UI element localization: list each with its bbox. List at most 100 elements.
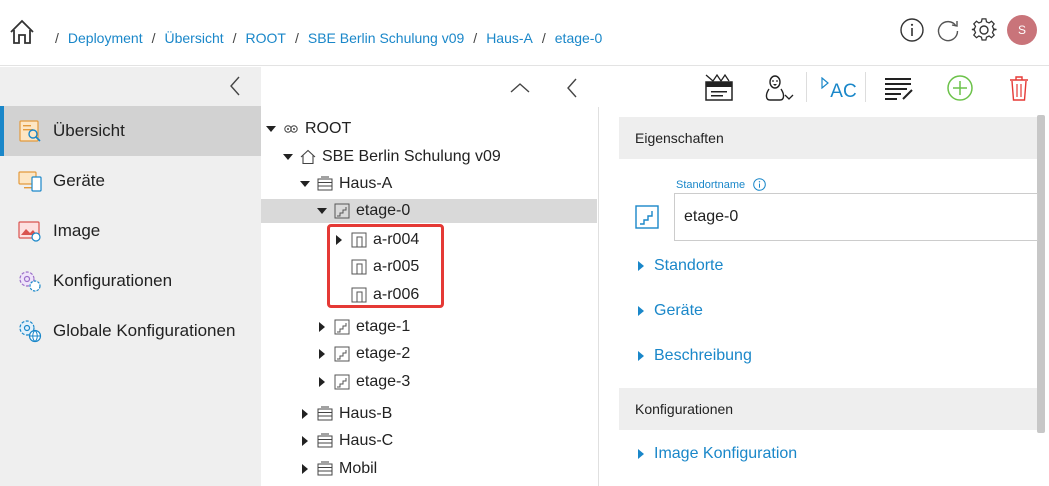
building-icon [317, 176, 333, 191]
sidebar-item-globale-konfigurationen[interactable]: Globale Konfigurationen [0, 306, 261, 356]
top-bar: / Deployment / Übersicht / ROOT / SBE Be… [0, 0, 1049, 66]
properties-header: Eigenschaften [619, 117, 1037, 159]
chevron-up-icon[interactable] [509, 73, 531, 103]
tree-node-etage-1[interactable]: etage-1 [261, 315, 410, 339]
breadcrumb-etage-0[interactable]: etage-0 [555, 30, 602, 46]
collapse-sidebar-icon[interactable] [227, 75, 243, 97]
sidebar-item-uebersicht[interactable]: Übersicht [0, 106, 261, 156]
expander-label: Image Konfiguration [654, 445, 798, 462]
breadcrumb-separator: / [151, 30, 156, 46]
root-icon [284, 125, 298, 133]
caret-down-icon[interactable] [299, 178, 311, 190]
caret-right-icon [638, 351, 644, 361]
home-icon [300, 149, 316, 165]
caret-right-icon[interactable] [316, 321, 328, 333]
tree-node-label: ROOT [305, 120, 352, 137]
caret-right-icon [638, 449, 644, 459]
expander-label: Geräte [654, 302, 703, 319]
sidebar-item-image[interactable]: Image [0, 206, 261, 256]
tree-node-haus-b[interactable]: Haus-B [261, 402, 392, 426]
location-name-field[interactable]: etage-0 [674, 193, 1038, 241]
tree-node-etage-2[interactable]: etage-2 [261, 342, 410, 366]
building-icon [317, 433, 333, 448]
toolbar: AC [261, 67, 1049, 107]
overview-icon [19, 120, 41, 142]
caret-right-icon[interactable] [299, 408, 311, 420]
caret-right-icon[interactable] [316, 376, 328, 388]
tree-node-sbe-berlin[interactable]: SBE Berlin Schulung v09 [261, 145, 501, 169]
configurations-header: Konfigurationen [619, 388, 1037, 430]
sidebar-item-label: Übersicht [53, 121, 125, 140]
location-name-label-text: Standortname [676, 178, 746, 191]
tree-node-label: SBE Berlin Schulung v09 [322, 148, 501, 165]
tree-node-label: Haus-C [339, 432, 394, 449]
breadcrumb-separator: / [55, 30, 59, 46]
sidebar-item-konfigurationen[interactable]: Konfigurationen [0, 256, 261, 306]
caret-right-icon [638, 261, 644, 271]
breadcrumb-separator: / [473, 30, 478, 46]
user-avatar[interactable]: S [1007, 15, 1037, 45]
rename-button[interactable]: AC [821, 73, 857, 103]
sidebar-nav: Übersicht Geräte Image Konfigurationen G… [0, 106, 261, 356]
caret-right-icon[interactable] [299, 435, 311, 447]
breadcrumb-root[interactable]: ROOT [246, 30, 286, 46]
building-icon [317, 406, 333, 421]
sidebar-item-label: Geräte [53, 171, 105, 190]
floor-icon [635, 205, 659, 229]
chevron-left-icon[interactable] [563, 73, 581, 103]
toolbar-divider [865, 72, 866, 102]
image-konfiguration-expander[interactable]: Image Konfiguration [637, 445, 797, 463]
caret-right-icon [638, 306, 644, 316]
caret-right-icon[interactable] [299, 463, 311, 475]
home-icon[interactable] [8, 18, 36, 46]
breadcrumb-deployment[interactable]: Deployment [68, 30, 143, 46]
list-edit-icon[interactable] [883, 73, 915, 103]
delete-icon[interactable] [1007, 73, 1031, 103]
global-config-icon [19, 320, 42, 343]
caret-down-icon[interactable] [265, 123, 277, 135]
sidebar-item-label: Konfigurationen [53, 271, 173, 290]
geraete-expander[interactable]: Geräte [637, 302, 703, 320]
caret-down-icon[interactable] [282, 151, 294, 163]
tree-node-etage-0[interactable]: etage-0 [261, 199, 597, 223]
tree-node-label: Haus-B [339, 405, 393, 422]
caret-down-icon[interactable] [316, 205, 328, 217]
header-actions: S [899, 15, 1037, 45]
tree-node-mobil[interactable]: Mobil [261, 457, 377, 481]
linux-icon[interactable] [761, 73, 795, 103]
tree-node-etage-3[interactable]: etage-3 [261, 370, 410, 394]
tree-node-label: etage-2 [356, 345, 411, 362]
building-icon [317, 461, 333, 476]
breadcrumb-haus-a[interactable]: Haus-A [486, 30, 533, 46]
location-name-label: Standortname [676, 178, 766, 191]
tree-node-root[interactable]: ROOT [261, 117, 351, 141]
tree-node-label: etage-1 [356, 318, 411, 335]
beschreibung-expander[interactable]: Beschreibung [637, 347, 752, 365]
add-icon[interactable] [945, 73, 975, 103]
breadcrumb-uebersicht[interactable]: Übersicht [164, 30, 223, 46]
location-tree: ROOT SBE Berlin Schulung v09 Haus-A etag… [261, 107, 599, 486]
floor-icon [334, 346, 350, 362]
toolbar-divider [806, 72, 807, 102]
floor-icon [334, 319, 350, 335]
devices-icon [18, 171, 42, 192]
sidebar-item-label: Image [53, 221, 101, 240]
tree-node-haus-c[interactable]: Haus-C [261, 429, 393, 453]
standorte-expander[interactable]: Standorte [637, 257, 723, 275]
detail-panel: Eigenschaften Standortname etage-0 Stand… [600, 107, 1049, 486]
caret-right-icon[interactable] [316, 348, 328, 360]
info-icon[interactable] [899, 17, 925, 43]
breadcrumb-sbe-berlin[interactable]: SBE Berlin Schulung v09 [308, 30, 464, 46]
floor-icon [334, 374, 350, 390]
clapper-icon[interactable] [703, 73, 735, 103]
info-icon[interactable] [753, 178, 766, 191]
gear-icon[interactable] [971, 17, 997, 43]
expander-label: Beschreibung [654, 347, 752, 364]
refresh-icon[interactable] [935, 17, 961, 43]
tree-node-label: etage-0 [356, 202, 411, 219]
breadcrumb-separator: / [232, 30, 237, 46]
tree-node-haus-a[interactable]: Haus-A [261, 172, 392, 196]
sidebar-item-geraete[interactable]: Geräte [0, 156, 261, 206]
tree-node-label: Mobil [339, 460, 378, 477]
scrollbar[interactable] [1037, 115, 1045, 433]
